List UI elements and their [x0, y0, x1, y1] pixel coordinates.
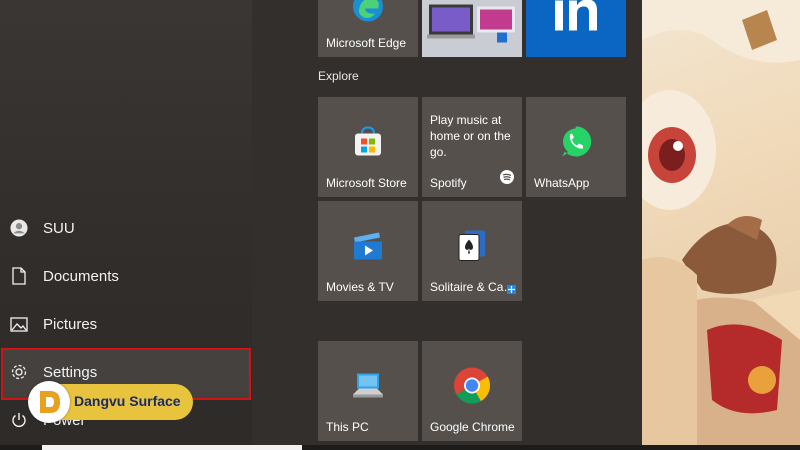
avatar-icon [10, 219, 28, 237]
spotify-icon [500, 170, 514, 189]
solitaire-cards-icon [455, 229, 489, 268]
tile-label: WhatsApp [534, 176, 590, 190]
linkedin-icon [551, 0, 601, 38]
pictures-button[interactable]: Pictures [0, 300, 252, 348]
edge-icon [351, 0, 385, 29]
tile-movies-tv[interactable]: Movies & TV [318, 201, 418, 301]
tile-label: Solitaire & Ca… [430, 280, 516, 294]
tile-label: This PC [326, 420, 369, 434]
picture-icon [10, 315, 28, 333]
tile-surface-promo[interactable] [422, 0, 522, 57]
tile-microsoft-store[interactable]: Microsoft Store [318, 97, 418, 197]
taskbar-search-box[interactable] [42, 445, 302, 450]
documents-button[interactable]: Documents [0, 252, 252, 300]
laptop-image-icon [427, 1, 517, 54]
tile-solitaire[interactable]: Solitaire & Ca… [422, 201, 522, 301]
tile-label: Microsoft Edge [326, 36, 407, 50]
user-name-label: SUU [43, 219, 75, 237]
desktop-wallpaper [642, 0, 800, 445]
computer-icon [351, 371, 385, 406]
tile-microsoft-edge[interactable]: Microsoft Edge [318, 0, 418, 57]
update-badge-icon [507, 285, 516, 294]
document-icon [10, 267, 28, 285]
watermark-logo [28, 381, 70, 423]
watermark-badge: Dangvu Surface [28, 381, 193, 423]
gear-icon [10, 363, 28, 381]
tile-label: Spotify [430, 176, 467, 190]
tile-spotify[interactable]: Play music at home or on the go. Spotify [422, 97, 522, 197]
start-menu-rail: SUU Documents Pictures Settings Power [0, 0, 252, 445]
tile-whatsapp[interactable]: WhatsApp [526, 97, 626, 197]
store-bag-icon [352, 126, 384, 163]
user-account-button[interactable]: SUU [0, 204, 252, 252]
tile-this-pc[interactable]: This PC [318, 341, 418, 441]
watermark-text: Dangvu Surface [74, 393, 181, 409]
movies-tv-icon [351, 230, 385, 267]
chrome-icon [453, 367, 491, 410]
whatsapp-icon [559, 125, 593, 164]
settings-label: Settings [43, 363, 98, 381]
spotify-description: Play music at home or on the go. [430, 113, 511, 159]
tile-linkedin[interactable] [526, 0, 626, 57]
pictures-label: Pictures [43, 315, 98, 333]
group-title-explore: Explore [318, 69, 359, 83]
tile-label: Google Chrome [430, 420, 515, 434]
documents-label: Documents [43, 267, 119, 285]
tile-google-chrome[interactable]: Google Chrome [422, 341, 522, 441]
power-icon [10, 411, 28, 429]
tile-label: Movies & TV [326, 280, 394, 294]
tile-label: Microsoft Store [326, 176, 407, 190]
